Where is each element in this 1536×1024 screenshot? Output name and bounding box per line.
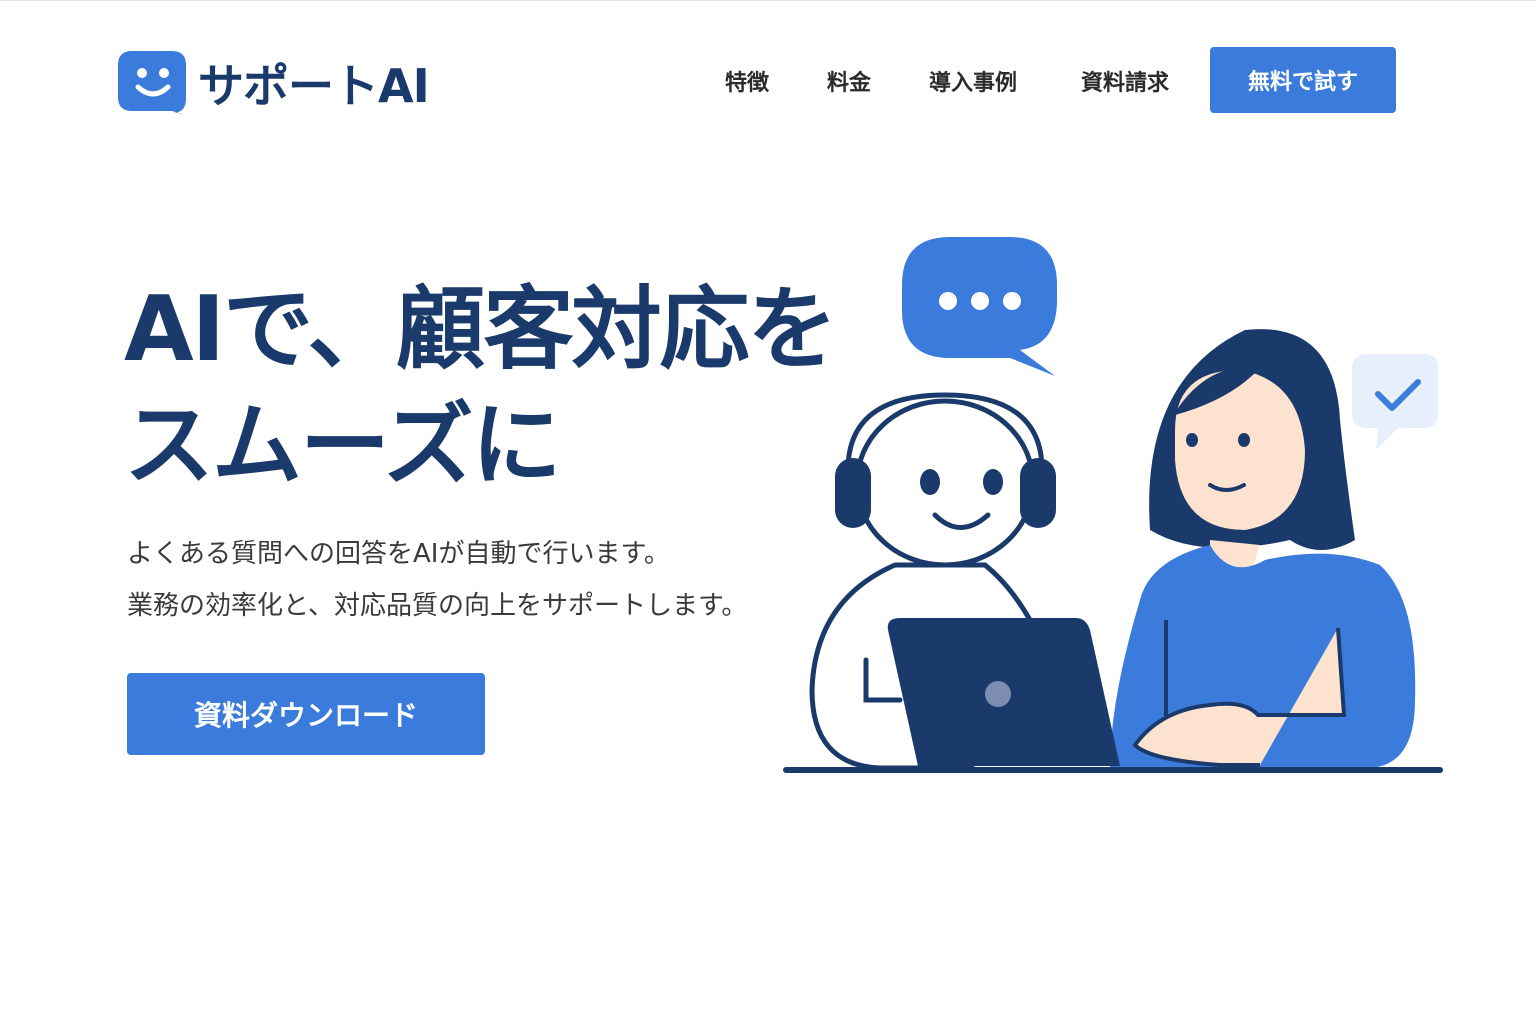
hero-title-line-1: AIで、顧客対応を	[124, 277, 838, 382]
hero-subtitle: よくある質問への回答をAIが自動で行います。 業務の効率化と、対応品質の向上をサ…	[127, 528, 747, 632]
nav-item-case-studies[interactable]: 導入事例	[929, 65, 1017, 97]
logo[interactable]: サポートAI	[118, 49, 430, 117]
hero-title-line-2: スムーズに	[124, 393, 561, 498]
free-trial-button[interactable]: 無料で試す	[1210, 47, 1396, 113]
check-bubble-icon	[1352, 354, 1438, 450]
hero-subtitle-line-1: よくある質問への回答をAIが自動で行います。	[127, 539, 670, 569]
hero-title: AIで、顧客対応を スムーズに	[124, 272, 838, 504]
hero-subtitle-line-2: 業務の効率化と、対応品質の向上をサポートします。	[127, 591, 748, 621]
smile-chat-icon	[118, 51, 186, 115]
chat-bubble-dots-icon	[902, 237, 1057, 376]
site-header: サポートAI 特徴 料金 導入事例 資料請求 無料で試す	[0, 0, 1536, 141]
download-docs-button[interactable]: 資料ダウンロード	[127, 673, 485, 755]
nav-item-features[interactable]: 特徴	[725, 65, 769, 97]
nav-item-pricing[interactable]: 料金	[827, 65, 871, 97]
brand-name: サポートAI	[198, 59, 430, 113]
laptop-icon	[887, 618, 1120, 766]
hero-illustration	[783, 237, 1443, 773]
nav-item-request-docs[interactable]: 資料請求	[1081, 65, 1169, 97]
